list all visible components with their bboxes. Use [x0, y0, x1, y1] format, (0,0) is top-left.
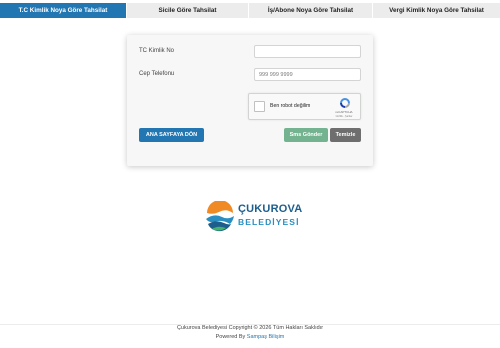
recaptcha-label: Ben robot değilim — [270, 103, 311, 109]
logo-line2: BELEDİYESİ — [238, 217, 300, 227]
phone-input[interactable] — [254, 68, 361, 81]
recaptcha-brand: reCAPTCHA — [335, 110, 353, 114]
tab-is-abone[interactable]: İş/Abone Noya Göre Tahsilat — [249, 3, 373, 18]
tab-bar: T.C Kimlik Noya Göre Tahsilat Sicile Gör… — [0, 3, 500, 18]
phone-label: Cep Telefonu — [139, 71, 175, 77]
payment-form-card: TC Kimlik No Cep Telefonu Ben robot deği… — [127, 35, 373, 166]
tab-tc-kimlik[interactable]: T.C Kimlik Noya Göre Tahsilat — [0, 3, 127, 18]
wave-emblem-icon — [205, 201, 235, 232]
footer-powered-prefix: Powered By — [215, 334, 246, 340]
home-button[interactable]: ANA SAYFAYA DÖN — [139, 128, 204, 142]
cukurova-logo: ÇUKUROVA BELEDİYESİ — [204, 200, 302, 234]
clear-button[interactable]: Temizle — [330, 128, 361, 142]
recaptcha-logo-icon — [340, 98, 350, 108]
tc-input[interactable] — [254, 45, 361, 58]
footer-copyright: Çukurova Belediyesi Copyright © 2026 Tüm… — [176, 325, 324, 331]
tab-vergi-kimlik[interactable]: Vergi Kimlik Noya Göre Tahsilat — [373, 3, 500, 18]
logo-line1: ÇUKUROVA — [238, 203, 303, 215]
tab-sicil[interactable]: Sicile Göre Tahsilat — [127, 3, 249, 18]
recaptcha-widget: Ben robot değilim reCAPTCHA Gizlilik - Ş… — [248, 93, 361, 120]
tc-label: TC Kimlik No — [139, 48, 175, 54]
footer-powered: Powered By Sampaş Bilişim — [0, 334, 500, 340]
send-sms-button[interactable]: Sms Gönder — [284, 128, 328, 142]
recaptcha-checkbox[interactable] — [254, 101, 265, 112]
recaptcha-terms[interactable]: Gizlilik - Şartlar — [329, 115, 359, 118]
footer-powered-link[interactable]: Sampaş Bilişim — [247, 334, 285, 340]
